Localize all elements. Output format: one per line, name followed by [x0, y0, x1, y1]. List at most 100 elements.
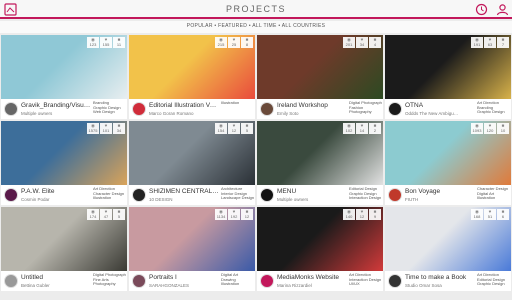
project-owner[interactable]: Marco Goran Romano [149, 111, 219, 116]
project-meta: Editorial Illustration Vo… Marco Goran Ro… [129, 99, 255, 119]
project-stats: ◉ 1134 ♥ 192 ■ 12 [214, 209, 253, 220]
avatar[interactable] [4, 188, 18, 202]
project-card[interactable]: ◉ 1134 ♥ 192 ■ 12 Portraits I SARAHGONZALES Digi… [129, 207, 255, 291]
project-card[interactable]: ◉ 1575 ♥ 101 ■ 34 P.A.W. Elite Cosmin Podar Art … [1, 121, 127, 205]
project-owner[interactable]: Cosmin Podar [21, 197, 91, 202]
stat-value: 154 [217, 127, 225, 133]
project-card[interactable]: ◉ 168 ♥ 51 ■ 6 Time to make a Book Studio Omar … [385, 207, 511, 291]
project-owner[interactable]: Oddds The New Ambigu… [405, 111, 475, 116]
project-fields: Illustration [221, 101, 254, 118]
stat-value: 1134 [216, 213, 226, 219]
user-icon[interactable] [496, 3, 509, 16]
avatar[interactable] [260, 102, 274, 116]
project-title[interactable]: P.A.W. Elite [21, 188, 91, 195]
field-tag: Illustration [221, 282, 240, 287]
project-card[interactable]: ◉ 102 ♥ 14 ■ 2 MENU Multiple owners Editorial De… [257, 121, 383, 205]
project-owner[interactable]: SARAHGONZALES [149, 283, 219, 288]
project-title[interactable]: Editorial Illustration Vo… [149, 102, 219, 109]
project-title[interactable]: OTNA [405, 102, 475, 109]
stat-likes: ♥ 47 [100, 209, 112, 220]
project-thumbnail[interactable]: ◉ 123 ♥ 155 ■ 11 [1, 35, 127, 99]
project-thumbnail[interactable]: ◉ 201 ♥ 34 ■ 4 [257, 35, 383, 99]
avatar[interactable] [388, 102, 402, 116]
stat-value: 191 [473, 41, 481, 47]
stat-value: 120 [486, 127, 494, 133]
project-thumbnail[interactable]: ◉ 174 ♥ 47 ■ 5 [1, 207, 127, 271]
stat-value: 63 [487, 41, 493, 47]
project-title[interactable]: Untitled [21, 274, 91, 281]
avatar[interactable] [260, 188, 274, 202]
stat-value: 5 [117, 213, 121, 219]
project-title[interactable]: Time to make a Book [405, 274, 475, 281]
project-thumbnail[interactable]: ◉ 215 ♥ 25 ■ 8 [129, 35, 255, 99]
project-card[interactable]: ◉ 174 ♥ 47 ■ 5 Untitled Bettina Gubler Digital P… [1, 207, 127, 291]
stat-value: 4 [373, 41, 377, 47]
stat-value: 123 [89, 41, 97, 47]
project-owner[interactable]: Multiple owners [21, 111, 91, 116]
project-title[interactable]: Bon Voyage [405, 188, 475, 195]
stat-views: ◉ 174 [87, 209, 99, 220]
project-card[interactable]: ◉ 154 ♥ 12 ■ 5 SHIZIMEN CENTRAL… 10 DESIGN Archi… [129, 121, 255, 205]
stat-value: 6 [501, 213, 505, 219]
avatar[interactable] [388, 274, 402, 288]
stat-likes: ♥ 51 [484, 209, 496, 220]
project-card[interactable]: ◉ 123 ♥ 155 ■ 11 Gravik_Branding/Visu… Multiple… [1, 35, 127, 119]
filter-bar[interactable]: POPULAR • FEATURED • ALL TIME • ALL COUN… [0, 21, 512, 33]
stat-views: ◉ 140 [343, 209, 355, 220]
project-fields: Branding Graphic Design Web Design [93, 101, 126, 118]
project-thumbnail[interactable]: ◉ 191 ♥ 63 ■ 7 [385, 35, 511, 99]
project-title[interactable]: MediaMonks Website [277, 274, 347, 281]
project-card[interactable]: ◉ 191 ♥ 63 ■ 7 OTNA Oddds The New Ambigu… Art Di… [385, 35, 511, 119]
project-card[interactable]: ◉ 201 ♥ 34 ■ 4 Ireland Workshop Emily Soto Digit… [257, 35, 383, 119]
project-thumbnail[interactable]: ◉ 1093 ♥ 120 ■ 10 [385, 121, 511, 185]
project-stats: ◉ 191 ♥ 63 ■ 7 [470, 37, 509, 48]
project-meta: Time to make a Book Studio Omar Sosa Art D… [385, 271, 511, 291]
project-owner[interactable]: 10 DESIGN [149, 197, 219, 202]
avatar[interactable] [132, 188, 146, 202]
project-stats: ◉ 1093 ♥ 120 ■ 10 [470, 123, 509, 134]
filter-text[interactable]: POPULAR • FEATURED • ALL TIME • ALL COUN… [0, 23, 512, 29]
project-owner[interactable]: Studio Omar Sosa [405, 283, 475, 288]
project-owner[interactable]: Marina Rizzardiel [277, 283, 347, 288]
avatar[interactable] [4, 102, 18, 116]
avatar[interactable] [260, 274, 274, 288]
stat-value: 10 [500, 127, 506, 133]
project-title[interactable]: Portraits I [149, 274, 219, 281]
project-owner[interactable]: Multiple owners [277, 197, 347, 202]
project-card[interactable]: ◉ 140 ♥ 12 ■ 9 MediaMonks Website Marina Rizzar… [257, 207, 383, 291]
stat-value: 11 [116, 41, 122, 47]
project-owner[interactable]: Emily Soto [277, 111, 347, 116]
project-thumbnail[interactable]: ◉ 1575 ♥ 101 ■ 34 [1, 121, 127, 185]
project-thumbnail[interactable]: ◉ 140 ♥ 12 ■ 9 [257, 207, 383, 271]
project-thumbnail[interactable]: ◉ 102 ♥ 14 ■ 2 [257, 121, 383, 185]
project-title[interactable]: MENU [277, 188, 347, 195]
project-owner[interactable]: Bettina Gubler [21, 283, 91, 288]
project-thumbnail[interactable]: ◉ 168 ♥ 51 ■ 6 [385, 207, 511, 271]
stat-likes: ♥ 155 [100, 37, 112, 48]
field-tag: Graphic Design [477, 282, 505, 287]
project-title[interactable]: Gravik_Branding/Visu… [21, 102, 91, 109]
project-fields: Digital Photography Fine Arts Photography [93, 273, 126, 290]
project-card[interactable]: ◉ 215 ♥ 25 ■ 8 Editorial Illustration Vo… Marco… [129, 35, 255, 119]
refresh-icon[interactable] [475, 3, 488, 16]
project-card[interactable]: ◉ 1093 ♥ 120 ■ 10 Bon Voyage FIUTH Character Des… [385, 121, 511, 205]
stat-value: 34 [359, 41, 365, 47]
avatar[interactable] [132, 274, 146, 288]
stat-value: 34 [116, 127, 122, 133]
stat-comments: ■ 6 [497, 209, 509, 220]
stat-value: 12 [231, 127, 237, 133]
project-title[interactable]: Ireland Workshop [277, 102, 347, 109]
project-owner[interactable]: FIUTH [405, 197, 475, 202]
project-thumbnail[interactable]: ◉ 154 ♥ 12 ■ 5 [129, 121, 255, 185]
page-title: PROJECTS [225, 4, 286, 14]
avatar[interactable] [4, 274, 18, 288]
field-tag: Illustration [477, 196, 496, 201]
stat-comments: ■ 9 [369, 209, 381, 220]
avatar[interactable] [388, 188, 402, 202]
project-stats: ◉ 140 ♥ 12 ■ 9 [342, 209, 381, 220]
project-title[interactable]: SHIZIMEN CENTRAL… [149, 188, 219, 195]
project-thumbnail[interactable]: ◉ 1134 ♥ 192 ■ 12 [129, 207, 255, 271]
stat-value: 102 [345, 127, 353, 133]
avatar[interactable] [132, 102, 146, 116]
stat-value: 1093 [472, 127, 482, 133]
